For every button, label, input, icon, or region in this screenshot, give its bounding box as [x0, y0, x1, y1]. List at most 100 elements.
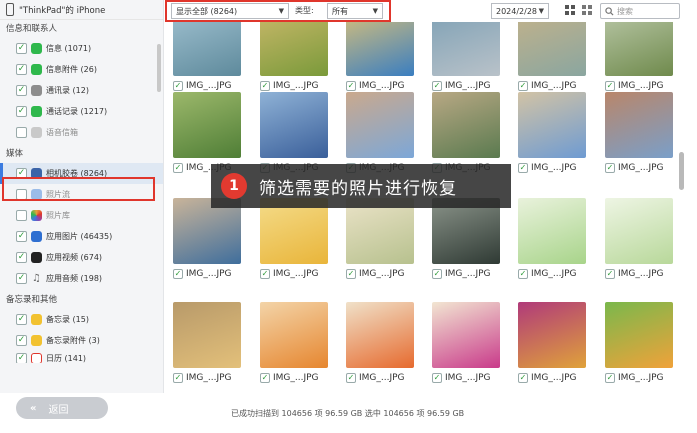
list-view-icon[interactable]	[582, 5, 592, 15]
photo-thumbnail[interactable]	[260, 302, 328, 368]
checkbox[interactable]	[16, 335, 27, 346]
checkbox[interactable]	[16, 314, 27, 325]
photo-tile[interactable]: IMG_...JPG	[260, 22, 328, 93]
sidebar-item-photo-stream[interactable]: 照片流	[0, 184, 163, 205]
back-button[interactable]: « 返回	[16, 397, 108, 419]
checkbox[interactable]	[173, 81, 183, 91]
photo-tile[interactable]: IMG_...JPG	[346, 22, 414, 93]
sidebar-item-messages[interactable]: 信息 (1071)	[0, 38, 163, 59]
checkbox[interactable]	[518, 163, 528, 173]
photo-thumbnail[interactable]	[605, 22, 673, 76]
checkbox[interactable]	[173, 163, 183, 173]
checkbox[interactable]	[605, 373, 615, 383]
checkbox[interactable]	[16, 168, 27, 179]
photo-thumbnail[interactable]	[346, 22, 414, 76]
sidebar-item-app-videos[interactable]: 应用视频 (674)	[0, 247, 163, 268]
photo-thumbnail[interactable]	[173, 22, 241, 76]
photo-tile[interactable]: IMG_...JPG	[518, 22, 586, 93]
checkbox[interactable]	[260, 81, 270, 91]
photo-thumbnail[interactable]	[346, 92, 414, 158]
photo-thumbnail[interactable]	[605, 92, 673, 158]
photo-tile[interactable]: IMG_...JPG	[173, 302, 241, 385]
sidebar-item-app-photos[interactable]: 应用图片 (46435)	[0, 226, 163, 247]
checkbox[interactable]	[518, 81, 528, 91]
grid-scrollbar[interactable]	[679, 152, 684, 190]
sidebar-item-voicemail[interactable]: 语音信箱	[0, 122, 163, 143]
photo-tile[interactable]: IMG_...JPG	[260, 198, 328, 281]
photo-thumbnail[interactable]	[432, 302, 500, 368]
checkbox[interactable]	[16, 273, 27, 284]
photo-tile[interactable]: IMG_...JPG	[173, 92, 241, 175]
photo-thumbnail[interactable]	[605, 198, 673, 264]
sidebar-item-message-attachments[interactable]: 信息附件 (26)	[0, 59, 163, 80]
checkbox[interactable]	[16, 353, 27, 363]
checkbox[interactable]	[260, 373, 270, 383]
photo-thumbnail[interactable]	[260, 92, 328, 158]
checkbox[interactable]	[16, 231, 27, 242]
photo-tile[interactable]: IMG_...JPG	[346, 92, 414, 175]
sidebar-scrollbar[interactable]	[157, 44, 161, 92]
device-header[interactable]: "ThinkPad"的 iPhone	[0, 0, 163, 20]
checkbox[interactable]	[173, 269, 183, 279]
photo-tile[interactable]: IMG_...JPG	[432, 22, 500, 93]
photo-tile[interactable]: IMG_...JPG	[518, 198, 586, 281]
photo-thumbnail[interactable]	[605, 302, 673, 368]
photo-tile[interactable]: IMG_...JPG	[605, 198, 673, 281]
photo-tile[interactable]: IMG_...JPG	[173, 22, 241, 93]
sidebar-item-contacts[interactable]: 通讯录 (12)	[0, 80, 163, 101]
checkbox[interactable]	[605, 163, 615, 173]
checkbox[interactable]	[346, 269, 356, 279]
checkbox[interactable]	[518, 373, 528, 383]
photo-tile[interactable]: IMG_...JPG	[432, 198, 500, 281]
photo-tile[interactable]: IMG_...JPG	[605, 92, 673, 175]
photo-tile[interactable]: IMG_...JPG	[605, 302, 673, 385]
photo-thumbnail[interactable]	[518, 198, 586, 264]
sidebar-item-camera-roll[interactable]: 相机胶卷 (8264)	[0, 163, 163, 184]
photo-tile[interactable]: IMG_...JPG	[518, 92, 586, 175]
photo-thumbnail[interactable]	[518, 22, 586, 76]
photo-tile[interactable]: IMG_...JPG	[346, 302, 414, 385]
photo-tile[interactable]: IMG_...JPG	[605, 22, 673, 93]
checkbox[interactable]	[346, 81, 356, 91]
photo-thumbnail[interactable]	[432, 92, 500, 158]
grid-view-icon[interactable]	[565, 5, 575, 15]
checkbox[interactable]	[432, 81, 442, 91]
photo-tile[interactable]: IMG_...JPG	[432, 302, 500, 385]
photo-thumbnail[interactable]	[518, 92, 586, 158]
checkbox[interactable]	[432, 269, 442, 279]
checkbox[interactable]	[16, 127, 27, 138]
checkbox[interactable]	[16, 85, 27, 96]
sidebar-item-calendar[interactable]: 日历 (141)	[0, 351, 163, 363]
photo-tile[interactable]: IMG_...JPG	[173, 198, 241, 281]
checkbox[interactable]	[260, 269, 270, 279]
photo-thumbnail[interactable]	[173, 92, 241, 158]
photo-tile[interactable]: IMG_...JPG	[432, 92, 500, 175]
sidebar-item-notes-attachments[interactable]: 备忘录附件 (3)	[0, 330, 163, 351]
checkbox[interactable]	[16, 43, 27, 54]
photo-thumbnail[interactable]	[346, 302, 414, 368]
photo-thumbnail[interactable]	[260, 22, 328, 76]
date-dropdown[interactable]: 2024/2/28 ▼	[491, 3, 549, 19]
checkbox[interactable]	[16, 64, 27, 75]
photo-tile[interactable]: IMG_...JPG	[260, 92, 328, 175]
checkbox[interactable]	[16, 106, 27, 117]
photo-tile[interactable]: IMG_...JPG	[260, 302, 328, 385]
sidebar-item-app-audio[interactable]: ♫ 应用音频 (198)	[0, 268, 163, 289]
sidebar-item-notes[interactable]: 备忘录 (15)	[0, 309, 163, 330]
photo-thumbnail[interactable]	[173, 302, 241, 368]
checkbox[interactable]	[16, 210, 27, 221]
checkbox[interactable]	[605, 81, 615, 91]
checkbox[interactable]	[16, 252, 27, 263]
photo-tile[interactable]: IMG_...JPG	[346, 198, 414, 281]
photo-thumbnail[interactable]	[432, 22, 500, 76]
search-input[interactable]: 搜索	[600, 3, 680, 19]
photo-thumbnail[interactable]	[518, 302, 586, 368]
sidebar-item-photo-library[interactable]: 照片库	[0, 205, 163, 226]
photo-tile[interactable]: IMG_...JPG	[518, 302, 586, 385]
checkbox[interactable]	[432, 373, 442, 383]
checkbox[interactable]	[605, 269, 615, 279]
sidebar-item-call-history[interactable]: 通话记录 (1217)	[0, 101, 163, 122]
checkbox[interactable]	[346, 373, 356, 383]
checkbox[interactable]	[173, 373, 183, 383]
checkbox[interactable]	[16, 189, 27, 200]
